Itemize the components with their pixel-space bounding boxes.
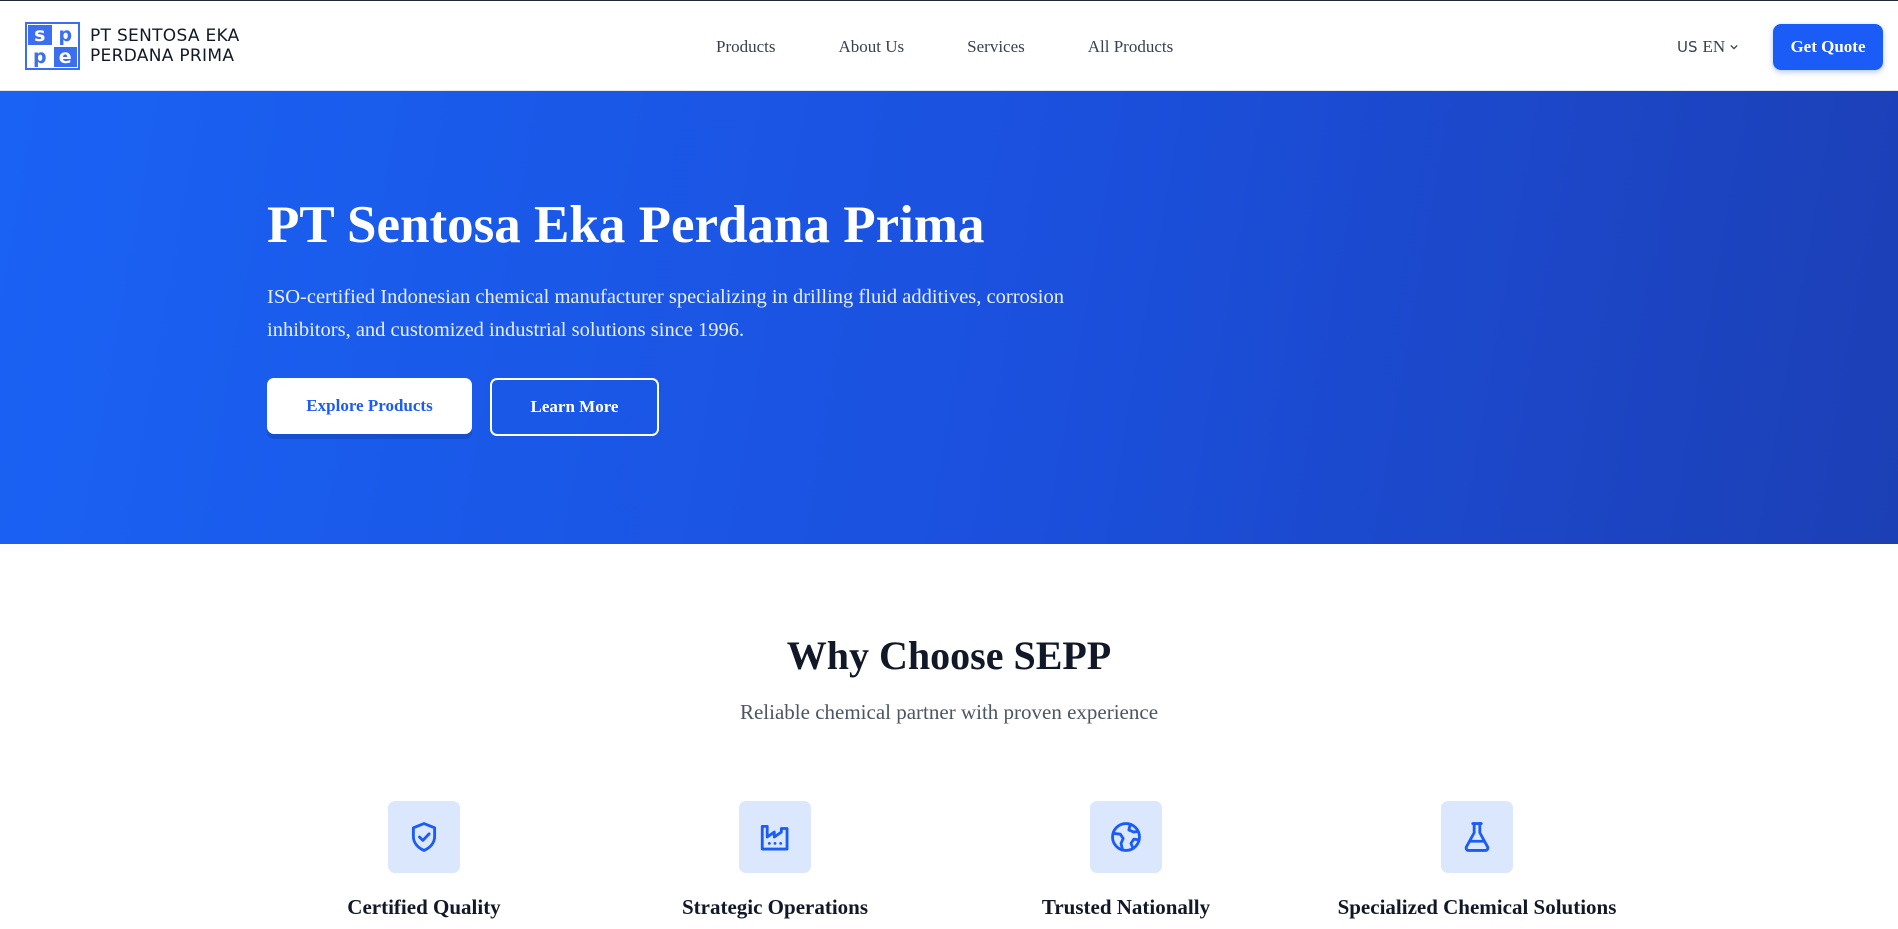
nav-all-products[interactable]: All Products [1088,37,1173,57]
logo-letter-s: s [28,25,52,45]
language-selector[interactable]: US EN [1677,37,1738,57]
site-header: s p p e PT SENTOSA EKA PERDANA PRIMA Pro… [0,0,1898,91]
feature-card-trusted-nationally: Trusted Nationally [936,801,1316,920]
globe-icon [1090,801,1162,873]
shield-check-icon [388,801,460,873]
company-logo[interactable]: s p p e PT SENTOSA EKA PERDANA PRIMA [25,22,240,70]
why-choose-subtitle: Reliable chemical partner with proven ex… [739,700,1159,724]
hero-title: PT Sentosa Eka Perdana Prima [267,196,985,254]
feature-title: Specialized Chemical Solutions [1337,895,1617,919]
hero-actions: Explore Products Learn More [267,378,659,436]
feature-card-specialized-chemical-solutions: Specialized Chemical Solutions [1287,801,1667,920]
get-quote-button[interactable]: Get Quote [1773,24,1883,70]
language-label: EN [1702,37,1726,56]
nav-about-us[interactable]: About Us [839,37,905,57]
feature-title: Strategic Operations [681,895,869,919]
us-flag-icon: US [1677,38,1698,56]
logo-line-2: PERDANA PRIMA [90,46,235,66]
logo-letter-p2: p [28,47,52,67]
factory-icon [739,801,811,873]
feature-card-certified-quality: Certified Quality [234,801,614,920]
chevron-down-icon [1730,44,1738,50]
hero-description: ISO-certified Indonesian chemical manufa… [267,286,1064,341]
nav-products[interactable]: Products [716,37,776,57]
logo-wordmark: PT SENTOSA EKA PERDANA PRIMA [90,26,240,66]
logo-line-1: PT SENTOSA EKA [90,26,240,46]
explore-products-button[interactable]: Explore Products [267,378,472,434]
main-nav: Products About Us Services All Products [716,37,1173,57]
logo-letter-p1: p [53,25,77,45]
logo-letter-e: e [53,47,77,67]
feature-card-strategic-operations: Strategic Operations [585,801,965,920]
why-choose-title: Why Choose SEPP [786,633,1112,678]
feature-title: Certified Quality [347,895,501,919]
learn-more-button[interactable]: Learn More [490,378,659,436]
nav-services[interactable]: Services [967,37,1025,57]
feature-title: Trusted Nationally [1041,895,1211,919]
flask-icon [1441,801,1513,873]
hero-section: PT Sentosa Eka Perdana Prima ISO-certifi… [0,91,1898,544]
logo-mark: s p p e [25,22,80,70]
